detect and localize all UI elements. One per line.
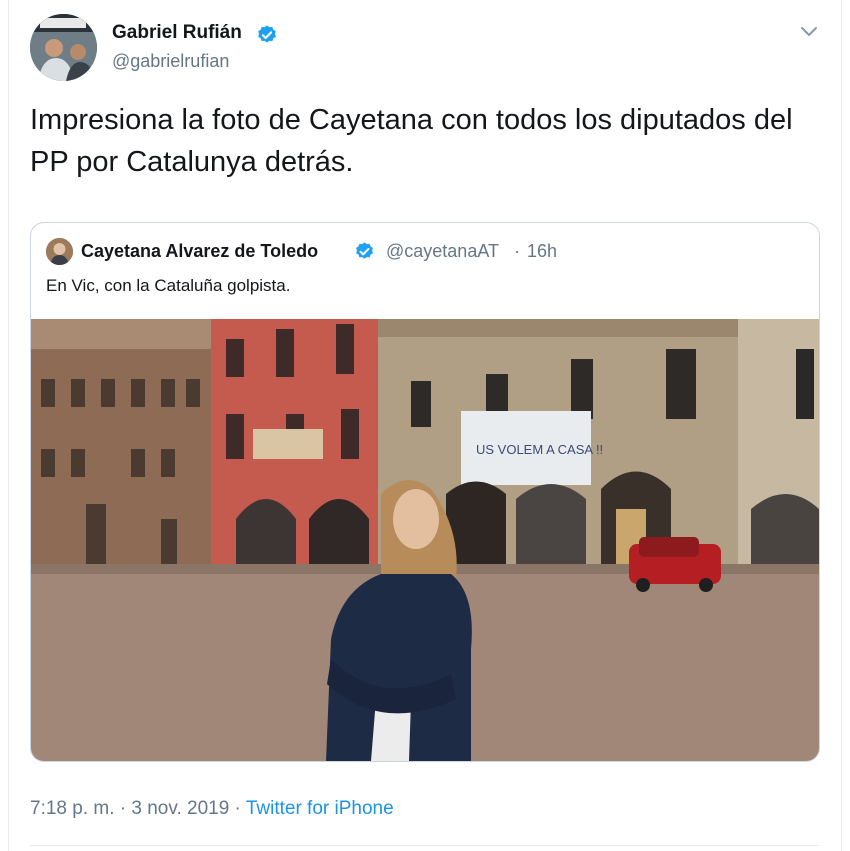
tweet-card: Gabriel Rufián @gabrielrufian Impresiona… [0, 0, 850, 851]
tweet-source-link[interactable]: Twitter for iPhone [246, 798, 394, 819]
quoted-author-handle: @cayetanaAT [386, 241, 499, 261]
author-name[interactable]: Gabriel Rufián [112, 22, 242, 44]
left-border [8, 0, 9, 851]
quoted-text: En Vic, con la Cataluña golpista. [46, 276, 291, 295]
meta-separator: · [229, 798, 246, 819]
divider [30, 845, 820, 846]
quoted-separator: · [514, 241, 520, 261]
tweet-meta: 7:18 p. m. · 3 nov. 2019 · Twitter for i… [30, 798, 394, 820]
author-avatar[interactable] [30, 14, 97, 81]
quoted-photo[interactable]: US VOLEM A CASA !! [31, 319, 819, 761]
tweet-timestamp[interactable]: 7:18 p. m. · 3 nov. 2019 [30, 798, 229, 819]
tweet-text: Impresiona la foto de Cayetana con todos… [30, 104, 793, 178]
quoted-author-name: Cayetana Alvarez de Toledo [81, 241, 319, 261]
right-border [841, 0, 842, 851]
author-handle[interactable]: @gabrielrufian [112, 51, 229, 72]
quoted-tweet[interactable]: Cayetana Alvarez de Toledo @cayetanaAT ·… [30, 222, 820, 762]
quoted-verified-badge-icon [356, 242, 373, 259]
chevron-down-icon[interactable] [798, 24, 820, 40]
quoted-time: 16h [527, 241, 558, 261]
verified-badge-icon [258, 25, 276, 43]
quoted-author-avatar [46, 238, 73, 265]
banner-text: US VOLEM A CASA !! [476, 442, 603, 457]
